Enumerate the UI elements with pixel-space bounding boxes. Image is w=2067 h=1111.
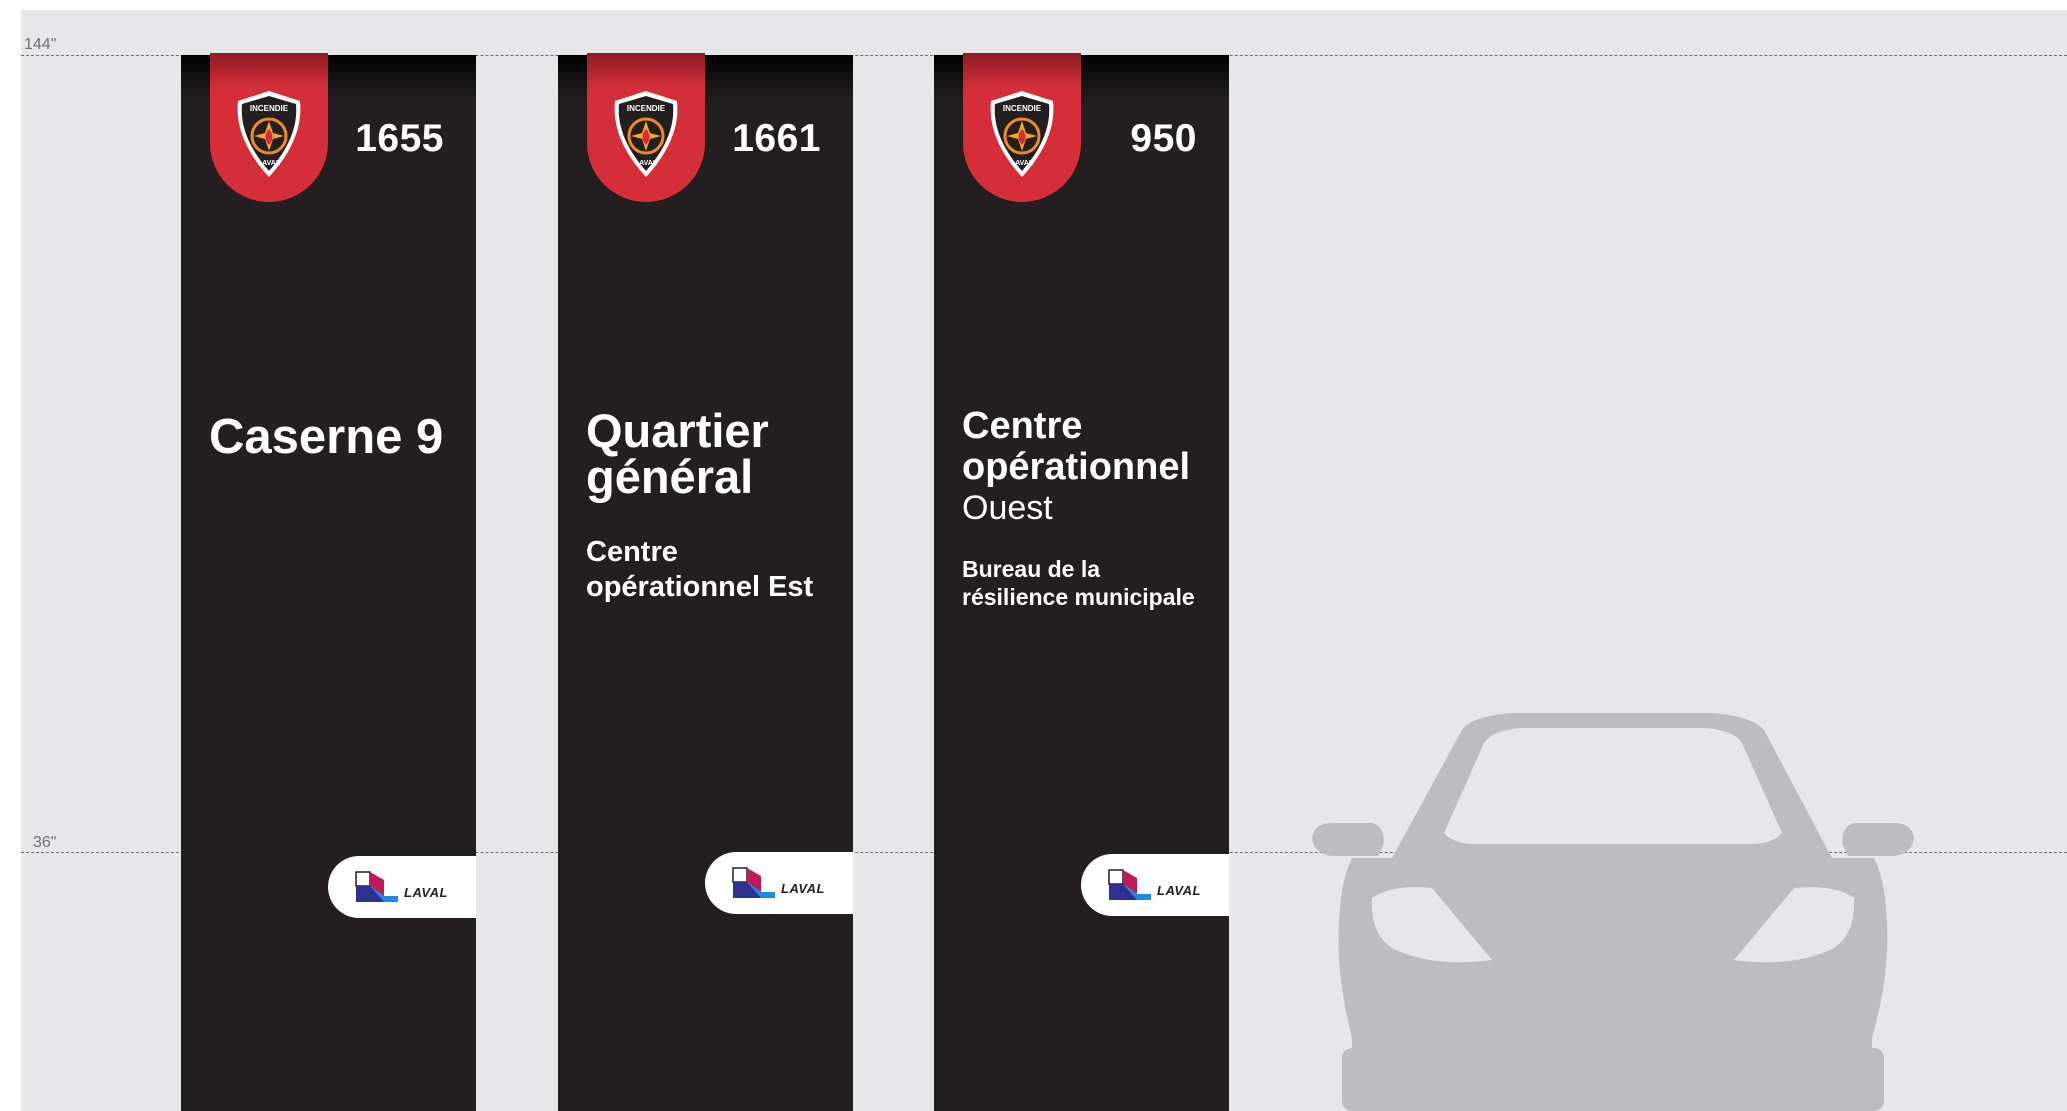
civic-number: 1655 bbox=[355, 117, 444, 160]
laval-logo-pill: LAVAL bbox=[328, 856, 476, 918]
pylon-subtitle-line-1: Centre bbox=[586, 536, 678, 568]
pylon-subtitle-line-1: Bureau de la bbox=[962, 556, 1101, 582]
pylon-quartier-general: INCENDIE LAVAL 1661 Quartier général Cen… bbox=[558, 53, 853, 1111]
laval-logo-icon bbox=[355, 871, 398, 902]
badge-tab: INCENDIE LAVAL bbox=[210, 53, 328, 202]
pylon-title-line-2: opérationnel bbox=[962, 446, 1191, 488]
laval-logo-text: LAVAL bbox=[781, 881, 825, 896]
civic-number: 1661 bbox=[732, 117, 821, 160]
laval-logo-text: LAVAL bbox=[1157, 883, 1201, 898]
pylon-centre-operationnel-ouest: INCENDIE LAVAL 950 Centre opérationnel O… bbox=[934, 53, 1229, 1111]
pylon-subtitle-line-2: résilience municipale bbox=[962, 584, 1195, 610]
laval-logo-pill: LAVAL bbox=[705, 852, 853, 914]
laval-logo-text: LAVAL bbox=[404, 885, 448, 900]
badge-tab: INCENDIE LAVAL bbox=[587, 53, 705, 202]
incendie-laval-badge-icon: INCENDIE LAVAL bbox=[237, 91, 301, 177]
badge-top-text: INCENDIE bbox=[1003, 104, 1042, 113]
laval-logo-pill: LAVAL bbox=[1081, 854, 1229, 916]
laval-logo-icon bbox=[732, 867, 775, 898]
pylon-title-light: Ouest bbox=[962, 489, 1053, 527]
badge-top-text: INCENDIE bbox=[627, 104, 666, 113]
badge-top-text: INCENDIE bbox=[250, 104, 289, 113]
laval-logo-icon bbox=[1108, 869, 1151, 900]
pylon-title-line-2: général bbox=[586, 450, 754, 503]
pylon-title: Caserne 9 bbox=[209, 410, 444, 464]
car-silhouette-icon bbox=[1312, 713, 1914, 1111]
elevation-drawing: 144" 36" INCENDIE LAVAL 1655 Caserne 9 L… bbox=[21, 10, 2067, 1111]
pylon-title-line-1: Quartier bbox=[586, 404, 769, 457]
guide-36-label: 36" bbox=[33, 834, 57, 851]
civic-number: 950 bbox=[1130, 117, 1197, 160]
badge-tab: INCENDIE LAVAL bbox=[963, 53, 1081, 202]
pylon-caserne-9: INCENDIE LAVAL 1655 Caserne 9 LAVAL bbox=[181, 53, 476, 1111]
incendie-laval-badge-icon: INCENDIE LAVAL bbox=[614, 91, 678, 177]
guide-144-label: 144" bbox=[24, 36, 57, 53]
badge-bottom-text: LAVAL bbox=[1011, 160, 1034, 167]
pylon-title-line-1: Centre bbox=[962, 405, 1083, 447]
pylon-subtitle-line-2: opérationnel Est bbox=[586, 571, 814, 603]
badge-bottom-text: LAVAL bbox=[635, 160, 658, 167]
badge-bottom-text: LAVAL bbox=[258, 160, 281, 167]
incendie-laval-badge-icon: INCENDIE LAVAL bbox=[990, 91, 1054, 177]
